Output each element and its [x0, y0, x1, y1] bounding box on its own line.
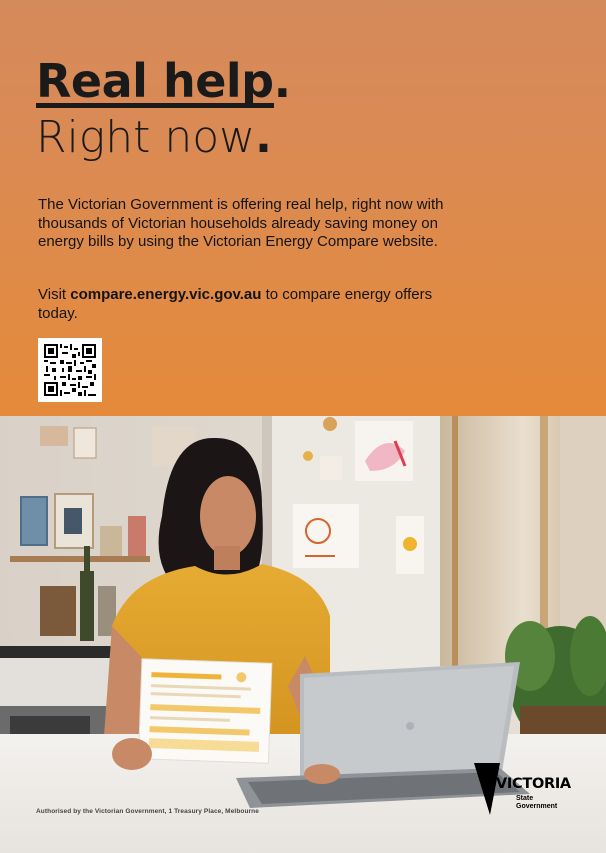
headline-primary-dot: .: [273, 54, 291, 108]
headline-primary-text: Real help: [36, 54, 274, 108]
hero-panel: Real help. Right now. The Victorian Gove…: [0, 0, 606, 416]
headline-secondary: Right now.: [36, 112, 272, 164]
visit-prefix: Visit: [38, 286, 71, 303]
visit-paragraph: Visit compare.energy.vic.gov.au to compa…: [38, 286, 458, 323]
headline-secondary-text: Right now: [36, 112, 256, 163]
qr-code-icon[interactable]: [38, 338, 102, 402]
headline-secondary-dot: .: [255, 112, 272, 163]
body-paragraph: The Victorian Government is offering rea…: [38, 196, 444, 250]
authorisation-statement: Authorised by the Victorian Government, …: [36, 808, 259, 815]
compare-url-link[interactable]: compare.energy.vic.gov.au: [70, 286, 261, 303]
headline-primary: Real help.: [36, 54, 291, 108]
poster: Real help. Right now. The Victorian Gove…: [0, 0, 606, 853]
victoria-subtitle: State Government: [516, 795, 557, 811]
victoria-subtitle-state: State: [516, 795, 534, 802]
victoria-subtitle-government: Government: [516, 803, 558, 810]
victoria-wordmark: VICTORIA: [496, 776, 571, 792]
